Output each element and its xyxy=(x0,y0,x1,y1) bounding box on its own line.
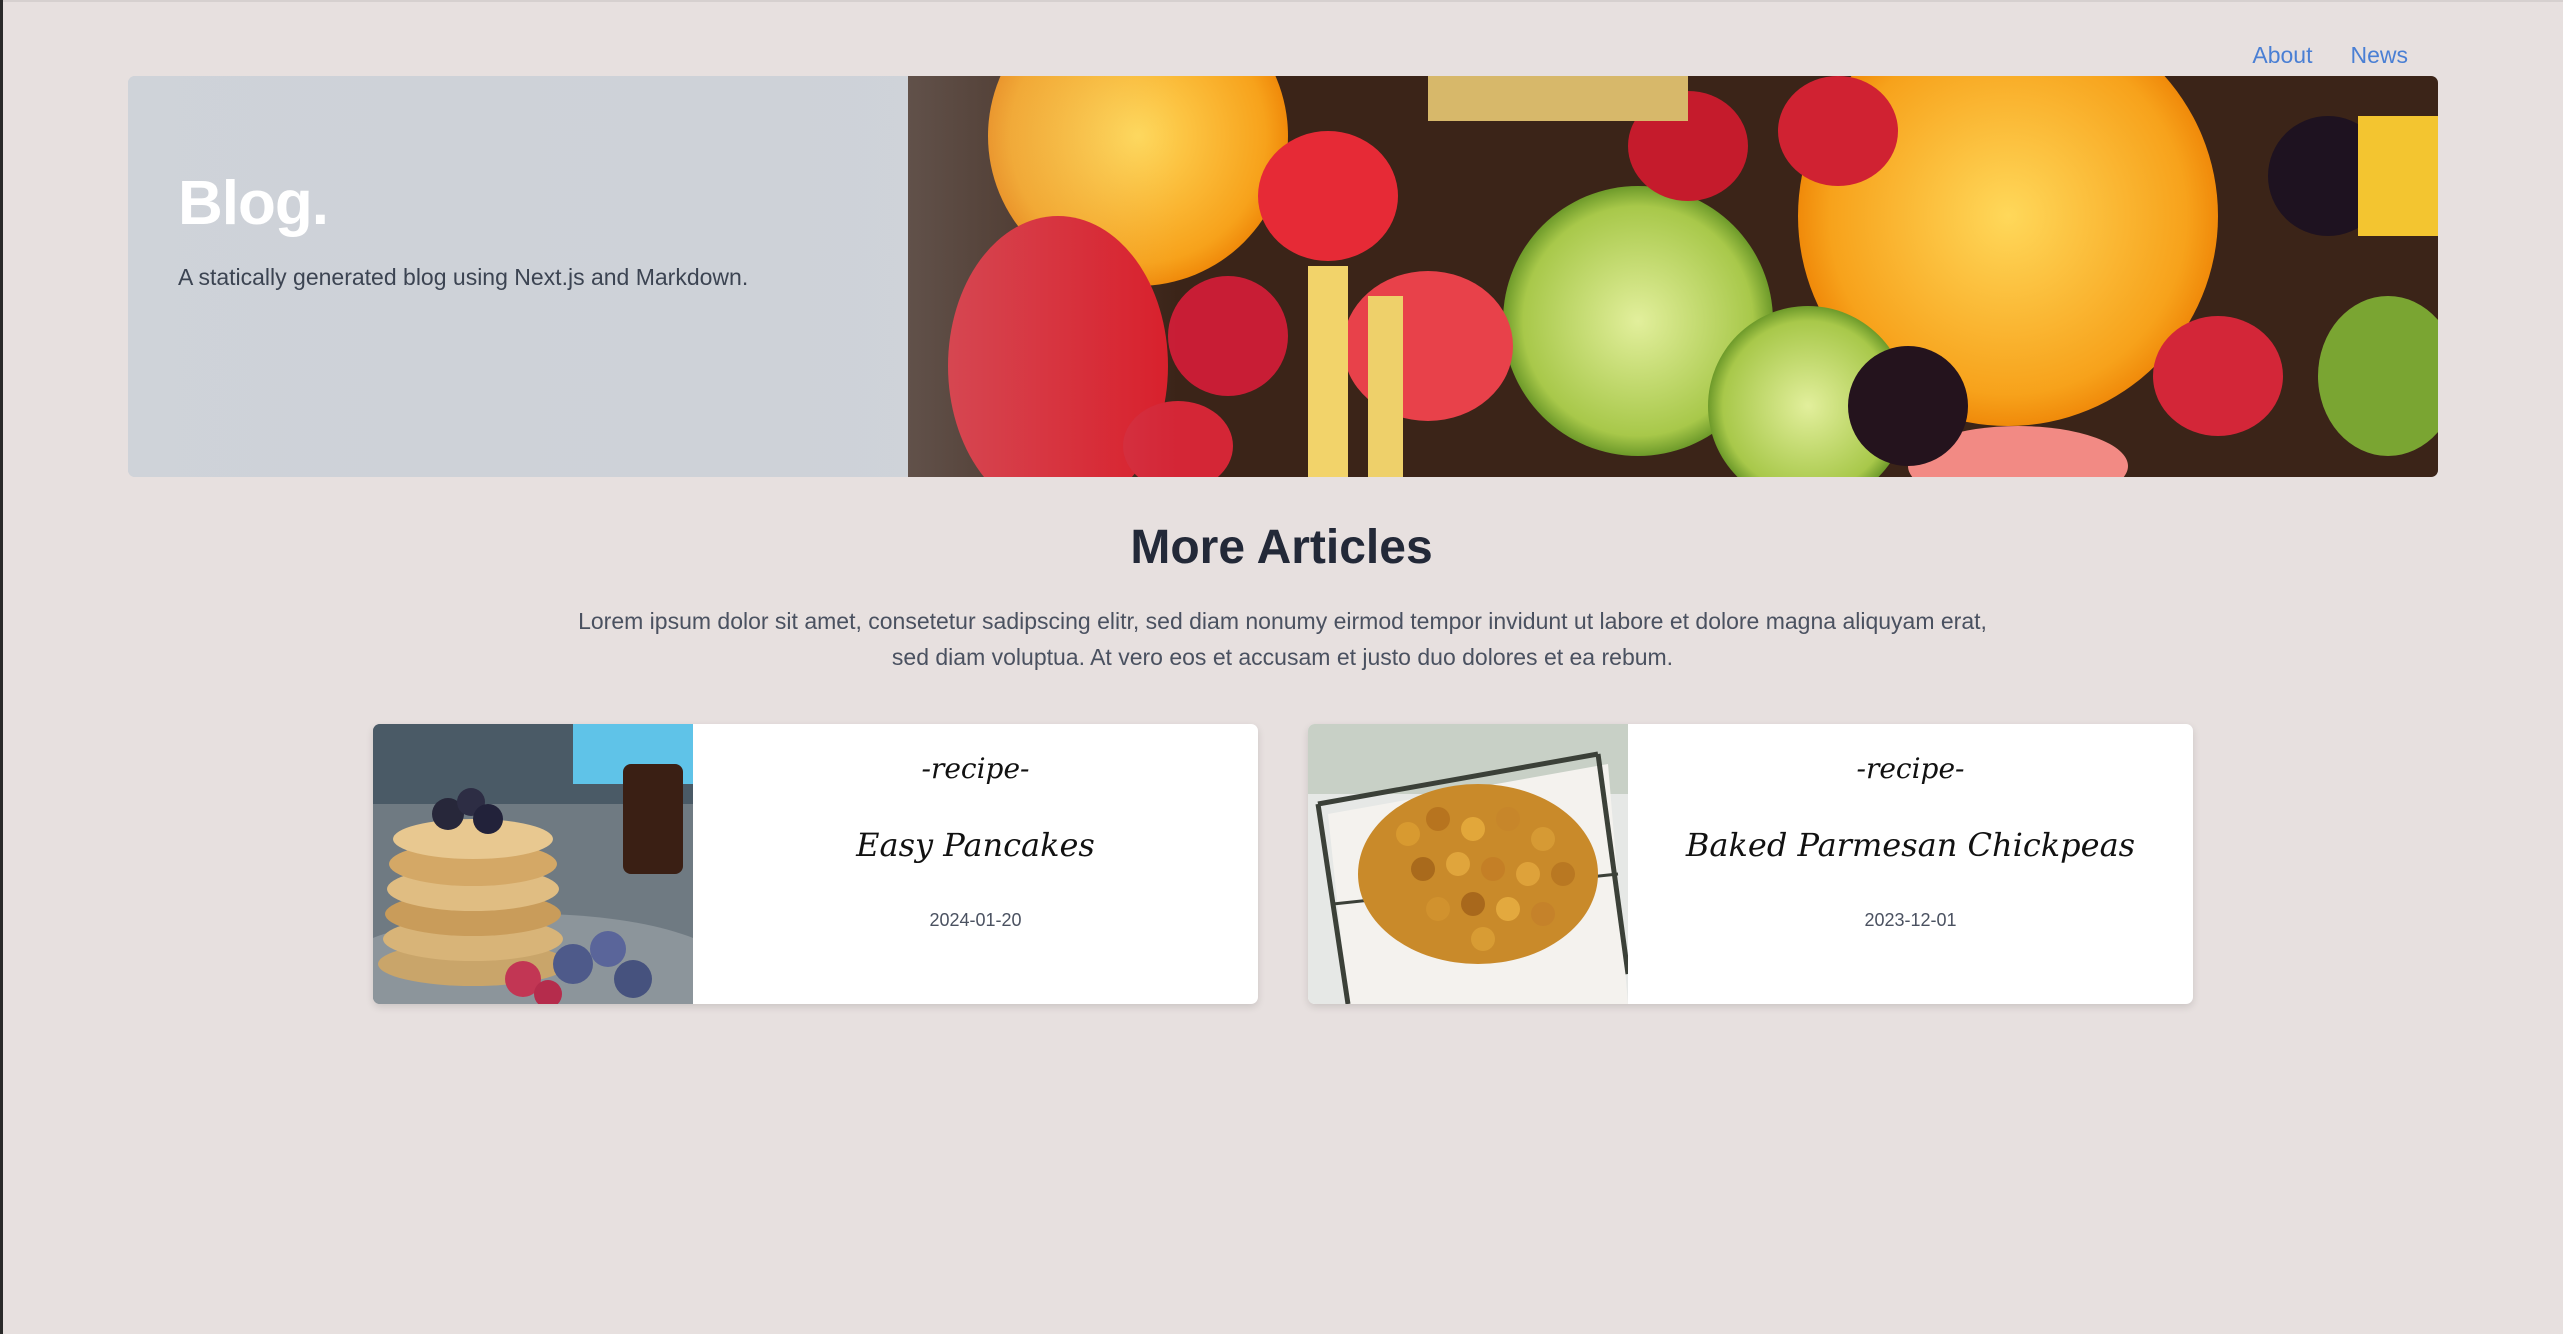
top-nav: About News xyxy=(2252,42,2408,69)
article-card-body: -recipe- Baked Parmesan Chickpeas 2023-1… xyxy=(1628,724,2193,1004)
pancakes-photo xyxy=(373,724,693,1004)
section-description: Lorem ipsum dolor sit amet, consetetur s… xyxy=(578,608,1987,670)
article-card[interactable]: -recipe- Baked Parmesan Chickpeas 2023-1… xyxy=(1308,724,2193,1004)
hero-title: Blog. xyxy=(178,169,329,238)
chickpeas-photo xyxy=(1308,724,1628,1004)
article-tag: -recipe- xyxy=(1856,752,1965,785)
article-tag: -recipe- xyxy=(921,752,1030,785)
hero-subtitle: A statically generated blog using Next.j… xyxy=(178,264,749,290)
nav-link-news[interactable]: News xyxy=(2350,42,2408,69)
article-card-body: -recipe- Easy Pancakes 2024-01-20 xyxy=(693,724,1258,1004)
article-date: 2023-12-01 xyxy=(1864,910,1957,930)
window-edge xyxy=(0,0,3,1334)
article-card[interactable]: -recipe- Easy Pancakes 2024-01-20 xyxy=(373,724,1258,1004)
article-date: 2024-01-20 xyxy=(929,910,1022,930)
section-title: More Articles xyxy=(1130,521,1433,574)
hero-banner: Blog. A statically generated blog using … xyxy=(128,76,2438,477)
article-title[interactable]: Baked Parmesan Chickpeas xyxy=(1628,826,2193,864)
nav-link-about[interactable]: About xyxy=(2252,42,2312,69)
top-border xyxy=(0,0,2563,2)
article-title[interactable]: Easy Pancakes xyxy=(693,826,1258,864)
